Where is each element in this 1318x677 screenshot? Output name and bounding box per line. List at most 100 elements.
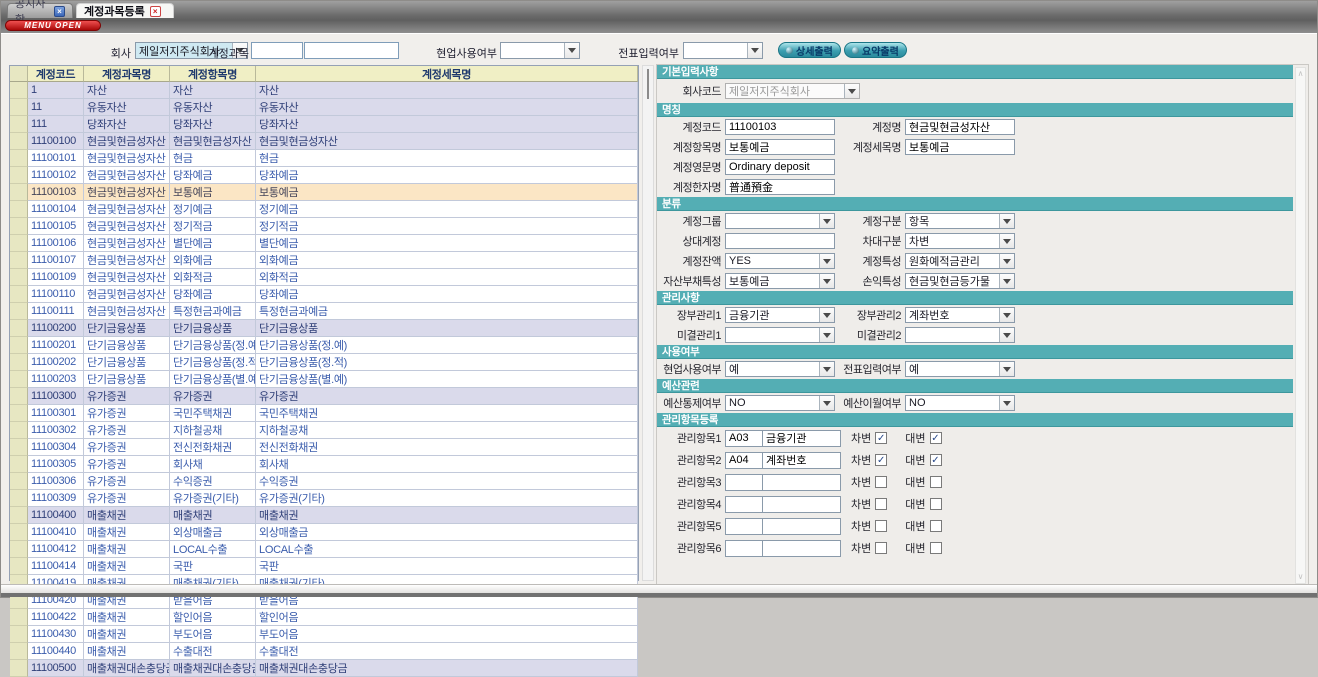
scroll-down-icon[interactable]: ∨ [1296,571,1305,583]
table-row[interactable]: 11100400매출채권매출채권매출채권 [10,507,638,524]
table-row[interactable]: 11100422매출채권할인어음할인어음 [10,609,638,626]
slip-input-form-select[interactable]: 예 [905,361,1015,377]
row-selector[interactable] [10,99,28,116]
budget-control-select[interactable]: NO [725,395,835,411]
mgmt-item-name-field[interactable] [763,496,841,513]
table-row[interactable]: 1자산자산자산 [10,82,638,99]
table-row[interactable]: 11100100현금및현금성자산현금및현금성자산현금및현금성자산 [10,133,638,150]
row-selector[interactable] [10,201,28,218]
counter-account-field[interactable] [725,233,835,249]
table-row[interactable]: 11100412매출채권LOCAL수출LOCAL수출 [10,541,638,558]
row-selector[interactable] [10,218,28,235]
mgmt-item-code-field[interactable] [725,540,763,557]
summary-print-button[interactable]: 요약출력 [844,42,907,58]
row-selector[interactable] [10,507,28,524]
credit-checkbox[interactable] [930,542,942,554]
credit-checkbox[interactable] [930,520,942,532]
row-selector[interactable] [10,116,28,133]
table-row[interactable]: 11100109현금및현금성자산외화적금외화적금 [10,269,638,286]
table-row[interactable]: 11100309유가증권유가증권(기타)유가증권(기타) [10,490,638,507]
tab-close-icon[interactable]: × [54,6,65,17]
account-name-input[interactable] [304,42,399,59]
table-row[interactable]: 11100304유가증권전신전화채권전신전화채권 [10,439,638,456]
debit-checkbox[interactable] [875,520,887,532]
panel-scrollbar[interactable]: ∧ ∨ [1295,67,1306,584]
table-row[interactable]: 11100430매출채권부도어음부도어음 [10,626,638,643]
pl-trait-select[interactable]: 현금및현금등가물 [905,273,1015,289]
row-selector[interactable] [10,167,28,184]
debit-checkbox[interactable] [875,498,887,510]
table-row[interactable]: 11100300유가증권유가증권유가증권 [10,388,638,405]
tab-account-registration[interactable]: 계정과목등록 × [76,3,174,18]
table-row[interactable]: 11100414매출채권국판국판 [10,558,638,575]
dc-division-select[interactable]: 차변 [905,233,1015,249]
row-selector[interactable] [10,609,28,626]
budget-carryover-select[interactable]: NO [905,395,1015,411]
debit-checkbox[interactable]: ✓ [875,432,887,444]
row-selector[interactable] [10,405,28,422]
menu-open-button[interactable]: MENU OPEN [5,20,101,31]
pending-mgmt1-select[interactable] [725,327,835,343]
row-selector[interactable] [10,473,28,490]
table-row[interactable]: 11100110현금및현금성자산당좌예금당좌예금 [10,286,638,303]
book-mgmt2-select[interactable]: 계좌번호 [905,307,1015,323]
mgmt-item-name-field[interactable] [763,474,841,491]
table-row[interactable]: 11유동자산유동자산유동자산 [10,99,638,116]
table-row[interactable]: 11100410매출채권외상매출금외상매출금 [10,524,638,541]
debit-checkbox[interactable] [875,476,887,488]
debit-checkbox[interactable] [875,542,887,554]
row-selector[interactable] [10,388,28,405]
account-item-field[interactable] [725,139,835,155]
table-row[interactable]: 11100102현금및현금성자산당좌예금당좌예금 [10,167,638,184]
account-group-select[interactable] [725,213,835,229]
table-row[interactable]: 11100106현금및현금성자산별단예금별단예금 [10,235,638,252]
row-selector[interactable] [10,456,28,473]
row-selector[interactable] [10,439,28,456]
row-selector[interactable] [10,371,28,388]
row-selector[interactable] [10,303,28,320]
table-row[interactable]: 11100104현금및현금성자산정기예금정기예금 [10,201,638,218]
row-selector[interactable] [10,558,28,575]
row-selector[interactable] [10,252,28,269]
row-selector[interactable] [10,643,28,660]
asset-liability-trait-select[interactable]: 보통예금 [725,273,835,289]
mgmt-item-code-field[interactable] [725,474,763,491]
mgmt-item-name-field[interactable] [763,540,841,557]
debit-checkbox[interactable]: ✓ [875,454,887,466]
row-selector[interactable] [10,660,28,677]
table-row[interactable]: 11100105현금및현금성자산정기적금정기적금 [10,218,638,235]
row-selector[interactable] [10,490,28,507]
table-row[interactable]: 11100500매출채권대손충당금매출채권대손충당금매출채권대손충당금 [10,660,638,677]
mgmt-item-code-field[interactable] [725,430,763,447]
table-row[interactable]: 11100201단기금융상품단기금융상품(정.예)단기금융상품(정.예) [10,337,638,354]
row-selector[interactable] [10,150,28,167]
row-selector[interactable] [10,422,28,439]
credit-checkbox[interactable] [930,476,942,488]
mgmt-item-code-field[interactable] [725,518,763,535]
field-use-select[interactable] [500,42,580,59]
table-row[interactable]: 11100111현금및현금성자산특정현금과예금특정현금과예금 [10,303,638,320]
account-balance-select[interactable]: YES [725,253,835,269]
table-row[interactable]: 111당좌자산당좌자산당좌자산 [10,116,638,133]
row-selector[interactable] [10,184,28,201]
pending-mgmt2-select[interactable] [905,327,1015,343]
row-selector[interactable] [10,286,28,303]
table-row[interactable]: 11100103현금및현금성자산보통예금보통예금 [10,184,638,201]
slip-input-select[interactable] [683,42,763,59]
credit-checkbox[interactable]: ✓ [930,432,942,444]
row-selector[interactable] [10,541,28,558]
mgmt-item-name-field[interactable] [763,518,841,535]
account-english-field[interactable] [725,159,835,175]
account-trait-select[interactable]: 원화예적금관리 [905,253,1015,269]
table-row[interactable]: 11100200단기금융상품단기금융상품단기금융상품 [10,320,638,337]
tab-close-icon[interactable]: × [150,6,161,17]
table-row[interactable]: 11100306유가증권수익증권수익증권 [10,473,638,490]
table-row[interactable]: 11100101현금및현금성자산현금현금 [10,150,638,167]
table-row[interactable]: 11100301유가증권국민주택채권국민주택채권 [10,405,638,422]
account-hanja-field[interactable] [725,179,835,195]
row-selector[interactable] [10,337,28,354]
mgmt-item-code-field[interactable] [725,452,763,469]
table-row[interactable]: 11100107현금및현금성자산외화예금외화예금 [10,252,638,269]
table-row[interactable]: 11100203단기금융상품단기금융상품(별.예)단기금융상품(별.예) [10,371,638,388]
row-selector[interactable] [10,133,28,150]
